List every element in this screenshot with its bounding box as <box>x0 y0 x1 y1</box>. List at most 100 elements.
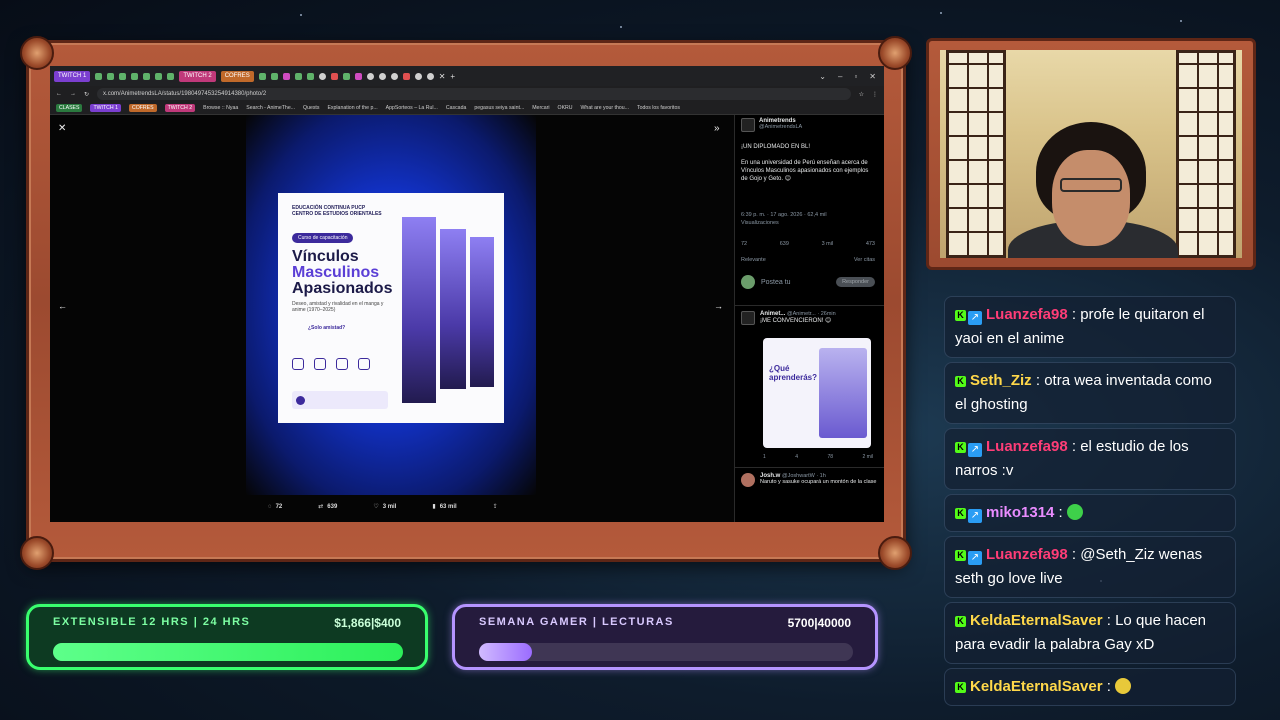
bookmark-item[interactable]: CLASES <box>56 104 83 112</box>
minimize-icon[interactable]: – <box>838 72 842 81</box>
chat-username[interactable]: Seth_Ziz <box>970 372 1032 389</box>
tab-favicon[interactable] <box>167 72 175 80</box>
kick-badge-icon: K <box>955 376 966 387</box>
close-icon[interactable]: ✕ <box>869 72 876 81</box>
previous-arrow-icon[interactable]: ← <box>58 301 67 311</box>
reply-tweet[interactable]: Animet... @Animetr... · 26min ¡ME CONVEN… <box>735 305 884 460</box>
expand-panel-icon[interactable]: » <box>714 123 720 134</box>
tab-favicon[interactable] <box>318 72 326 80</box>
url-field[interactable]: x.com/AnimetrendsLA/status/1980497453254… <box>97 88 851 100</box>
bookmark-item[interactable]: COFRES <box>128 104 157 112</box>
tab-favicon[interactable] <box>143 72 151 80</box>
bookmark-item[interactable]: What are your thou... <box>581 105 629 111</box>
tab-favicon[interactable] <box>131 72 139 80</box>
maximize-icon[interactable]: ▫ <box>854 72 857 81</box>
bookmark-item[interactable]: Explanation of the p... <box>327 105 377 111</box>
share-icon[interactable]: ⇪ <box>493 503 498 510</box>
chat-username[interactable]: KeldaEternalSaver <box>970 678 1103 695</box>
tab-favicon[interactable] <box>270 72 278 80</box>
bookmark-item[interactable]: AppSorteos – La Rul... <box>386 105 438 111</box>
bookmark-item[interactable]: Todos los favoritos <box>637 105 680 111</box>
bookmark-item[interactable]: Mercari <box>532 105 549 111</box>
author-handle[interactable]: @AnimetrendsLA <box>759 124 802 130</box>
tab-favicon[interactable] <box>294 72 302 80</box>
tab-twitch-1[interactable]: TWITCH 1 <box>54 70 91 82</box>
bookmark-item[interactable]: Browse :: Nyaa <box>203 105 238 111</box>
extensions-icon[interactable]: ⋮ <box>872 91 878 98</box>
chevron-down-icon[interactable]: ⌄ <box>819 72 826 81</box>
tab-favicon[interactable] <box>378 72 386 80</box>
chat-username[interactable]: KeldaEternalSaver <box>970 612 1103 629</box>
reload-icon[interactable]: ↻ <box>84 91 89 98</box>
new-tab-icon[interactable]: + <box>450 72 455 81</box>
tab-favicon[interactable] <box>282 72 290 80</box>
bookmarks-bar: CLASES TWITCH 1 COFRES TWITCH 2 Browse :… <box>50 102 884 115</box>
bookmark-star-icon[interactable]: ☆ <box>859 91 864 98</box>
bookmark-item[interactable]: Quests <box>303 105 319 111</box>
avatar[interactable] <box>741 311 755 325</box>
repost-count[interactable]: 639 <box>780 241 789 247</box>
tab-favicon[interactable] <box>330 72 338 80</box>
tab-favicon[interactable] <box>366 72 374 80</box>
avatar <box>741 275 755 289</box>
subscriber-badge-icon: ↗ <box>968 311 982 325</box>
bookmark-item[interactable]: pegasus seiya saint... <box>474 105 524 111</box>
chat-username[interactable]: Luanzefa98 <box>986 306 1068 323</box>
chat-username[interactable]: Luanzefa98 <box>986 546 1068 563</box>
tab-favicon[interactable] <box>155 72 163 80</box>
forward-arrow-icon[interactable]: → <box>70 91 76 97</box>
tab-favicon[interactable] <box>354 72 362 80</box>
tab-favicon[interactable] <box>342 72 350 80</box>
reply-count[interactable]: ◌ 72 <box>268 503 282 510</box>
views-count[interactable]: ▮ 63 mil <box>432 503 456 511</box>
chat-separator: : <box>1102 612 1116 629</box>
shoji-screen <box>1176 50 1236 258</box>
tab-favicon[interactable] <box>402 72 410 80</box>
repost-count[interactable]: ⇄ 639 <box>318 503 337 511</box>
reply-tweet[interactable]: Josh.w @JoshwartW · 1h Naruto y sasuke o… <box>735 467 884 492</box>
back-arrow-icon[interactable]: ← <box>56 91 62 97</box>
reply-image[interactable]: ¿Qué aprenderás? <box>763 338 871 448</box>
frame-corner-knot <box>20 536 54 570</box>
reply-count[interactable]: 72 <box>741 241 747 247</box>
avatar[interactable] <box>741 118 755 132</box>
tab-favicon[interactable] <box>426 72 434 80</box>
shoji-screen <box>946 50 1006 258</box>
tab-favicon[interactable] <box>107 72 115 80</box>
chat-username[interactable]: miko1314 <box>986 504 1054 521</box>
chat-username[interactable]: Luanzefa98 <box>986 438 1068 455</box>
bookmark-item[interactable]: Search - AnimeThe... <box>246 105 295 111</box>
poster-icons <box>292 358 370 370</box>
tweet-panel: Animetrends @AnimetrendsLA ¡UN DIPLOMADO… <box>734 115 884 522</box>
reply-text: Naruto y sasuke ocupará un montón de la … <box>760 479 877 485</box>
bookmark-item[interactable]: TWITCH 2 <box>164 104 196 112</box>
like-count[interactable]: ♡ 3 mil <box>373 503 396 511</box>
goal-track <box>479 643 853 661</box>
bookmark-item[interactable]: OKRU <box>558 105 573 111</box>
bookmark-item[interactable]: TWITCH 1 <box>90 104 121 112</box>
whatsapp-icon <box>296 396 305 405</box>
close-icon[interactable]: ✕ <box>58 123 66 134</box>
bar-chart-icon: ▮ <box>432 504 436 510</box>
frame-corner-knot <box>878 536 912 570</box>
next-arrow-icon[interactable]: → <box>714 301 723 311</box>
tab-favicon[interactable] <box>258 72 266 80</box>
sort-relevant[interactable]: Relevante <box>741 257 766 263</box>
tab-close-icon[interactable]: ✕ <box>439 72 446 81</box>
bookmark-count[interactable]: 473 <box>866 241 875 247</box>
tab-favicon[interactable] <box>390 72 398 80</box>
bookmark-item[interactable]: Cascada <box>446 105 466 111</box>
tab-favicon[interactable] <box>119 72 127 80</box>
course-poster-image[interactable]: EDUCACIÓN CONTINUA PUCP CENTRO DE ESTUDI… <box>278 193 504 423</box>
tab-favicon[interactable] <box>306 72 314 80</box>
tab-cofres[interactable]: COFRES <box>220 70 254 82</box>
tab-twitch-2[interactable]: TWITCH 2 <box>179 70 216 82</box>
like-count[interactable]: 3 mil <box>822 241 834 247</box>
tab-favicon[interactable] <box>95 72 103 80</box>
reply-button[interactable]: Responder <box>836 277 875 287</box>
reply-input[interactable]: Postea tu <box>761 279 791 286</box>
see-quotes-link[interactable]: Ver citas <box>854 257 875 263</box>
tab-favicon[interactable] <box>414 72 422 80</box>
avatar[interactable] <box>741 473 755 487</box>
streamer-face <box>1052 150 1130 246</box>
